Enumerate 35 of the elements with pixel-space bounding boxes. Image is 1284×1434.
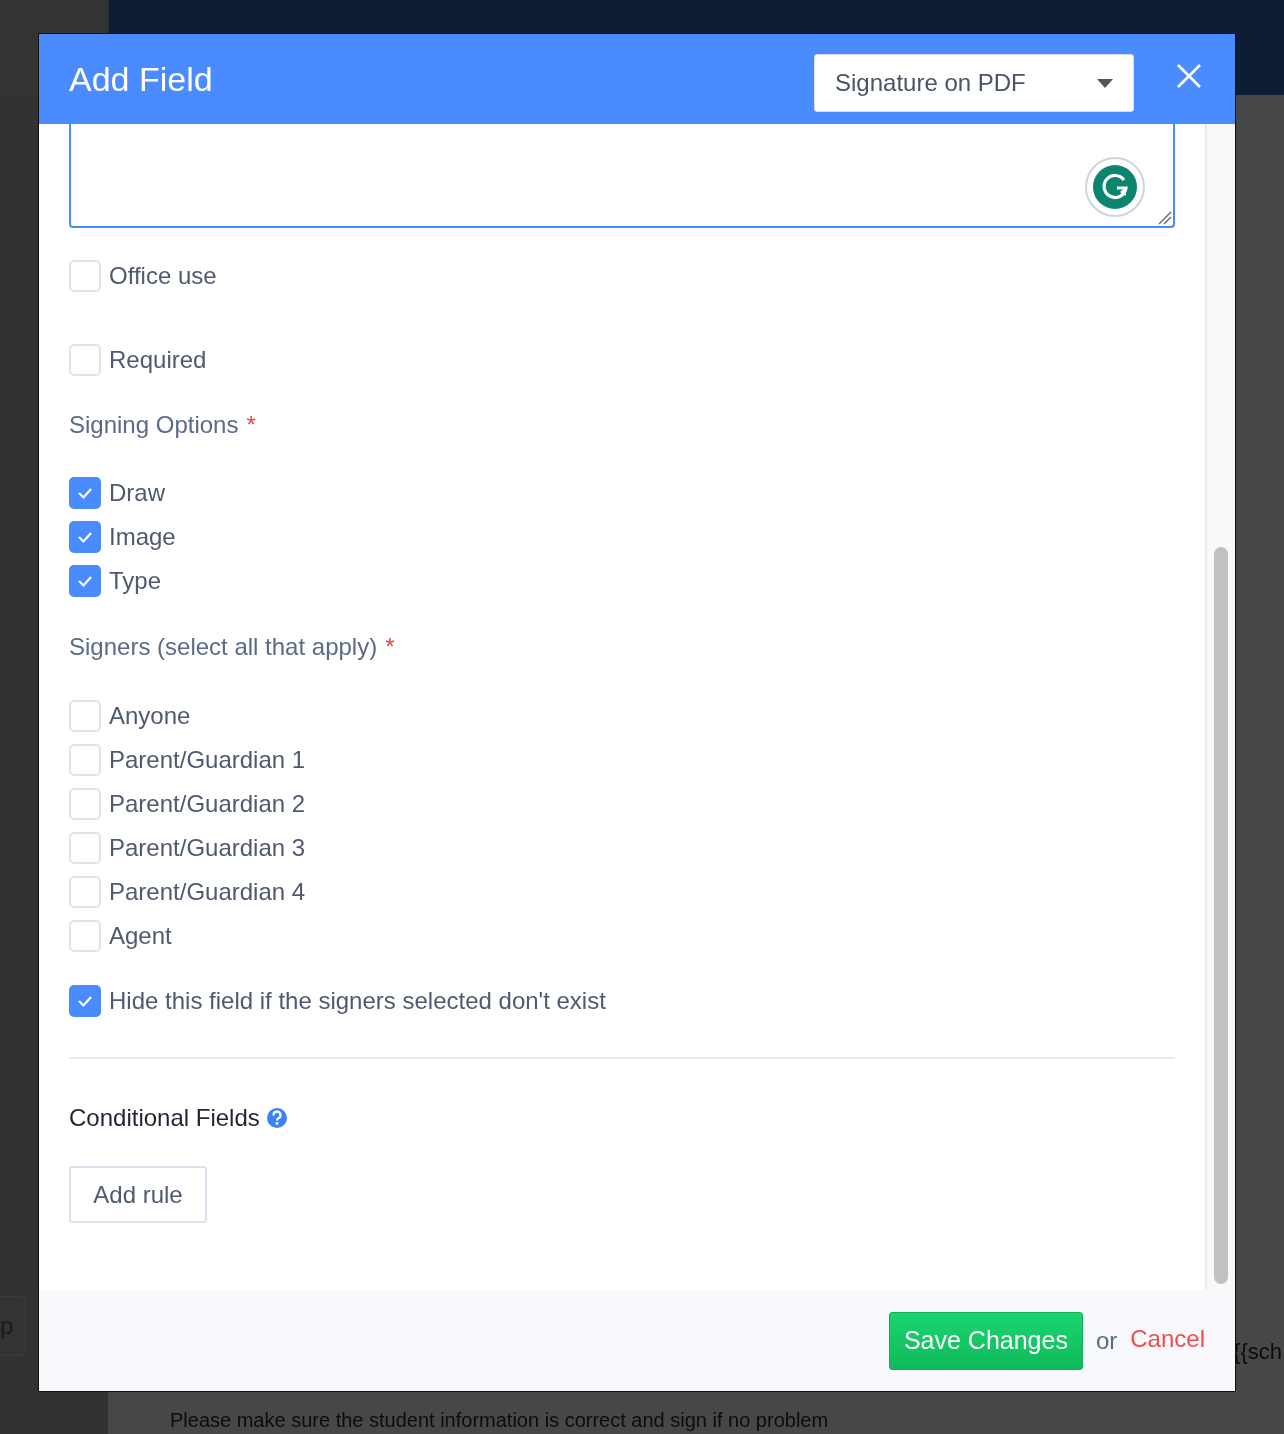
checkbox-label[interactable]: Agent	[109, 922, 172, 950]
help-icon[interactable]	[265, 1107, 288, 1129]
checkbox-label[interactable]: Anyone	[109, 702, 191, 730]
section-label: Signing Options	[69, 411, 239, 439]
checkbox[interactable]	[69, 565, 101, 597]
checkbox-label[interactable]: Draw	[109, 479, 165, 507]
grammar-assistant-icon[interactable]	[1084, 156, 1146, 218]
checkbox-label[interactable]: Office use	[109, 262, 217, 290]
checkbox-label[interactable]: Parent/Guardian 1	[109, 746, 306, 774]
checkbox-label[interactable]: Parent/Guardian 4	[109, 878, 306, 906]
required-mark: *	[246, 411, 256, 439]
caret-icon	[1097, 78, 1113, 88]
checkbox-label[interactable]: Type	[109, 567, 162, 595]
or-text: or	[1095, 1326, 1118, 1355]
checkbox-label[interactable]: Required	[109, 346, 207, 374]
text-area[interactable]	[69, 124, 1175, 228]
scrollbar-thumb[interactable]	[1214, 547, 1228, 1284]
dialog-title: Add Field	[69, 59, 214, 99]
field-type-dropdown[interactable]: Signature on PDF	[814, 54, 1134, 112]
checkbox-label[interactable]: Parent/Guardian 3	[109, 834, 306, 862]
scrollbar[interactable]	[1205, 124, 1235, 1290]
checkbox-label[interactable]: Parent/Guardian 2	[109, 790, 306, 818]
section-label: Signers (select all that apply)	[69, 633, 378, 661]
note-text: Please make sure the student information is correct and sign if no problem	[170, 1409, 830, 1432]
required-mark: *	[385, 633, 395, 661]
checkbox[interactable]	[69, 985, 101, 1017]
checkbox-label[interactable]: Hide this field if the signers selected don't exist	[109, 987, 606, 1015]
section-label: Conditional Fields	[69, 1104, 260, 1132]
checkbox[interactable]	[69, 521, 101, 553]
checkbox[interactable]	[69, 477, 101, 509]
close-icon[interactable]	[1176, 63, 1202, 89]
add-rule-button[interactable]: Add rule	[69, 1166, 207, 1223]
checkbox-label[interactable]: Image	[109, 523, 176, 551]
resize-grip-icon[interactable]	[1158, 211, 1172, 225]
template-text: {{sch	[1233, 1339, 1282, 1365]
